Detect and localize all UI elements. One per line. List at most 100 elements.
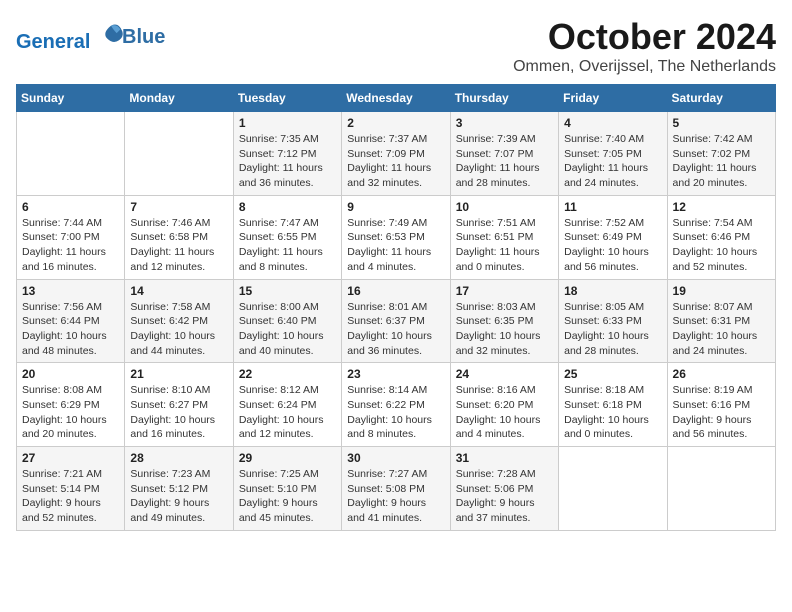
day-number: 25 xyxy=(564,367,661,381)
calendar-cell: 3Sunrise: 7:39 AM Sunset: 7:07 PM Daylig… xyxy=(450,112,558,196)
day-number: 30 xyxy=(347,451,444,465)
calendar-cell xyxy=(125,112,233,196)
calendar-cell: 17 Sunrise: 8:03 AM Sunset: 6:35 PM Dayli… xyxy=(450,279,558,363)
day-number: 14 xyxy=(130,284,227,298)
calendar-cell: 13Sunrise: 7:56 AM Sunset: 6:44 PM Dayli… xyxy=(17,279,125,363)
day-number: 2 xyxy=(347,116,444,130)
day-info: Sunrise: 8:03 AM Sunset: 6:35 PM Dayligh… xyxy=(456,300,553,359)
day-number: 9 xyxy=(347,200,444,214)
calendar-cell: 10 Sunrise: 7:51 AM Sunset: 6:51 PM Dayli… xyxy=(450,195,558,279)
day-number: 27 xyxy=(22,451,119,465)
calendar-cell: 29Sunrise: 7:25 AM Sunset: 5:10 PM Dayli… xyxy=(233,447,341,531)
calendar-cell: 4 Sunrise: 7:40 AM Sunset: 7:05 PM Daylig… xyxy=(559,112,667,196)
day-number: 28 xyxy=(130,451,227,465)
header-friday: Friday xyxy=(559,85,667,112)
day-info: Sunrise: 7:52 AM Sunset: 6:49 PM Dayligh… xyxy=(564,216,661,275)
day-info: Sunrise: 7:23 AM Sunset: 5:12 PM Dayligh… xyxy=(130,467,227,526)
day-info: Sunrise: 7:58 AM Sunset: 6:42 PM Dayligh… xyxy=(130,300,227,359)
day-info: Sunrise: 7:40 AM Sunset: 7:05 PM Dayligh… xyxy=(564,132,661,191)
header-thursday: Thursday xyxy=(450,85,558,112)
day-info: Sunrise: 7:42 AM Sunset: 7:02 PM Dayligh… xyxy=(673,132,770,191)
day-number: 20 xyxy=(22,367,119,381)
calendar-cell: 14 Sunrise: 7:58 AM Sunset: 6:42 PM Dayli… xyxy=(125,279,233,363)
calendar-cell: 26 Sunrise: 8:19 AM Sunset: 6:16 PM Dayli… xyxy=(667,363,775,447)
calendar-cell: 21 Sunrise: 8:10 AM Sunset: 6:27 PM Dayli… xyxy=(125,363,233,447)
calendar-week-row: 6Sunrise: 7:44 AM Sunset: 7:00 PM Daylig… xyxy=(17,195,776,279)
header-sunday: Sunday xyxy=(17,85,125,112)
calendar-cell: 24Sunrise: 8:16 AM Sunset: 6:20 PM Dayli… xyxy=(450,363,558,447)
day-number: 22 xyxy=(239,367,336,381)
day-number: 1 xyxy=(239,116,336,130)
day-info: Sunrise: 7:27 AM Sunset: 5:08 PM Dayligh… xyxy=(347,467,444,526)
day-info: Sunrise: 8:08 AM Sunset: 6:29 PM Dayligh… xyxy=(22,383,119,442)
logo: General Blue xyxy=(16,20,165,53)
day-info: Sunrise: 7:37 AM Sunset: 7:09 PM Dayligh… xyxy=(347,132,444,191)
day-info: Sunrise: 7:28 AM Sunset: 5:06 PM Dayligh… xyxy=(456,467,553,526)
day-number: 19 xyxy=(673,284,770,298)
day-number: 5 xyxy=(673,116,770,130)
day-number: 4 xyxy=(564,116,661,130)
day-info: Sunrise: 7:25 AM Sunset: 5:10 PM Dayligh… xyxy=(239,467,336,526)
logo-text: General xyxy=(16,20,126,53)
day-info: Sunrise: 8:18 AM Sunset: 6:18 PM Dayligh… xyxy=(564,383,661,442)
day-info: Sunrise: 8:19 AM Sunset: 6:16 PM Dayligh… xyxy=(673,383,770,442)
day-number: 13 xyxy=(22,284,119,298)
day-number: 7 xyxy=(130,200,227,214)
day-number: 15 xyxy=(239,284,336,298)
calendar-cell: 28 Sunrise: 7:23 AM Sunset: 5:12 PM Dayli… xyxy=(125,447,233,531)
header-saturday: Saturday xyxy=(667,85,775,112)
calendar-cell xyxy=(667,447,775,531)
calendar-table: SundayMondayTuesdayWednesdayThursdayFrid… xyxy=(16,84,776,531)
day-number: 31 xyxy=(456,451,553,465)
calendar-week-row: 1Sunrise: 7:35 AM Sunset: 7:12 PM Daylig… xyxy=(17,112,776,196)
calendar-header-row: SundayMondayTuesdayWednesdayThursdayFrid… xyxy=(17,85,776,112)
calendar-cell: 8 Sunrise: 7:47 AM Sunset: 6:55 PM Daylig… xyxy=(233,195,341,279)
calendar-week-row: 20 Sunrise: 8:08 AM Sunset: 6:29 PM Dayli… xyxy=(17,363,776,447)
header-monday: Monday xyxy=(125,85,233,112)
day-info: Sunrise: 7:54 AM Sunset: 6:46 PM Dayligh… xyxy=(673,216,770,275)
calendar-cell: 31 Sunrise: 7:28 AM Sunset: 5:06 PM Dayli… xyxy=(450,447,558,531)
day-number: 6 xyxy=(22,200,119,214)
day-number: 17 xyxy=(456,284,553,298)
page-header: General Blue October 2024 Ommen, Overijs… xyxy=(16,16,776,76)
day-info: Sunrise: 7:51 AM Sunset: 6:51 PM Dayligh… xyxy=(456,216,553,275)
day-number: 21 xyxy=(130,367,227,381)
day-info: Sunrise: 8:00 AM Sunset: 6:40 PM Dayligh… xyxy=(239,300,336,359)
logo-blue: Blue xyxy=(122,26,165,48)
calendar-cell: 20 Sunrise: 8:08 AM Sunset: 6:29 PM Dayli… xyxy=(17,363,125,447)
day-info: Sunrise: 7:49 AM Sunset: 6:53 PM Dayligh… xyxy=(347,216,444,275)
day-info: Sunrise: 7:47 AM Sunset: 6:55 PM Dayligh… xyxy=(239,216,336,275)
calendar-cell: 15 Sunrise: 8:00 AM Sunset: 6:40 PM Dayli… xyxy=(233,279,341,363)
calendar-cell: 1Sunrise: 7:35 AM Sunset: 7:12 PM Daylig… xyxy=(233,112,341,196)
page-subtitle: Ommen, Overijssel, The Netherlands xyxy=(513,58,776,76)
day-number: 12 xyxy=(673,200,770,214)
calendar-cell: 22 Sunrise: 8:12 AM Sunset: 6:24 PM Dayli… xyxy=(233,363,341,447)
calendar-cell: 30 Sunrise: 7:27 AM Sunset: 5:08 PM Dayli… xyxy=(342,447,450,531)
header-wednesday: Wednesday xyxy=(342,85,450,112)
day-number: 10 xyxy=(456,200,553,214)
day-number: 18 xyxy=(564,284,661,298)
calendar-cell: 25 Sunrise: 8:18 AM Sunset: 6:18 PM Dayli… xyxy=(559,363,667,447)
day-info: Sunrise: 8:12 AM Sunset: 6:24 PM Dayligh… xyxy=(239,383,336,442)
day-info: Sunrise: 8:05 AM Sunset: 6:33 PM Dayligh… xyxy=(564,300,661,359)
calendar-cell: 19 Sunrise: 8:07 AM Sunset: 6:31 PM Dayli… xyxy=(667,279,775,363)
calendar-cell: 18 Sunrise: 8:05 AM Sunset: 6:33 PM Dayli… xyxy=(559,279,667,363)
day-info: Sunrise: 7:46 AM Sunset: 6:58 PM Dayligh… xyxy=(130,216,227,275)
calendar-cell: 5 Sunrise: 7:42 AM Sunset: 7:02 PM Daylig… xyxy=(667,112,775,196)
day-info: Sunrise: 8:07 AM Sunset: 6:31 PM Dayligh… xyxy=(673,300,770,359)
calendar-cell xyxy=(559,447,667,531)
calendar-cell xyxy=(17,112,125,196)
header-tuesday: Tuesday xyxy=(233,85,341,112)
calendar-cell: 23Sunrise: 8:14 AM Sunset: 6:22 PM Dayli… xyxy=(342,363,450,447)
day-info: Sunrise: 8:10 AM Sunset: 6:27 PM Dayligh… xyxy=(130,383,227,442)
day-number: 11 xyxy=(564,200,661,214)
day-number: 26 xyxy=(673,367,770,381)
calendar-cell: 16Sunrise: 8:01 AM Sunset: 6:37 PM Dayli… xyxy=(342,279,450,363)
day-info: Sunrise: 7:39 AM Sunset: 7:07 PM Dayligh… xyxy=(456,132,553,191)
day-info: Sunrise: 8:01 AM Sunset: 6:37 PM Dayligh… xyxy=(347,300,444,359)
day-info: Sunrise: 8:16 AM Sunset: 6:20 PM Dayligh… xyxy=(456,383,553,442)
day-info: Sunrise: 8:14 AM Sunset: 6:22 PM Dayligh… xyxy=(347,383,444,442)
day-number: 8 xyxy=(239,200,336,214)
calendar-cell: 6Sunrise: 7:44 AM Sunset: 7:00 PM Daylig… xyxy=(17,195,125,279)
calendar-cell: 7 Sunrise: 7:46 AM Sunset: 6:58 PM Daylig… xyxy=(125,195,233,279)
